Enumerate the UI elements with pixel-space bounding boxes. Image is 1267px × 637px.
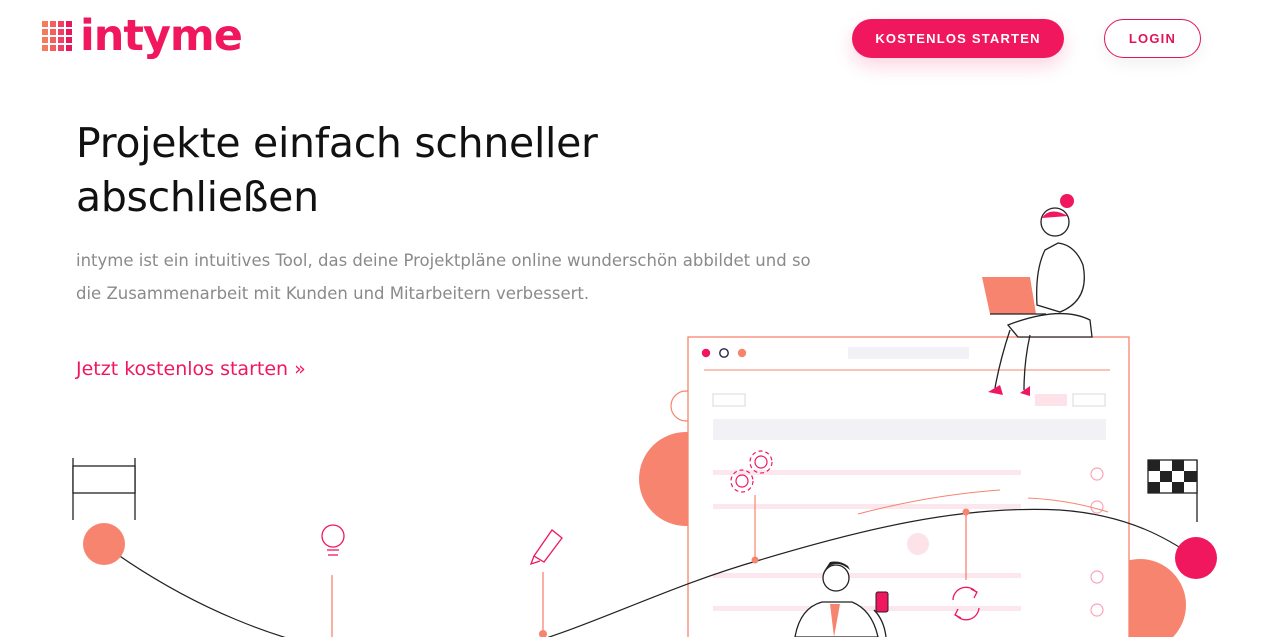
start-milestone: [83, 523, 125, 565]
hero-title: Projekte einfach schneller abschließen: [76, 116, 716, 224]
logo-text: intyme: [80, 11, 243, 61]
finish-flag-icon: [1147, 459, 1198, 522]
hero-cta-link[interactable]: Jetzt kostenlos starten »: [76, 358, 306, 380]
logo[interactable]: intyme: [42, 8, 243, 64]
refresh-icon: [952, 508, 980, 621]
man-with-phone: [794, 561, 889, 637]
hero-title-line-1: Projekte einfach schneller: [76, 119, 598, 167]
woman-with-laptop: [982, 194, 1093, 396]
hero-subtitle: intyme ist ein intuitives Tool, das dein…: [76, 244, 836, 310]
pencil-icon: [529, 529, 563, 637]
browser-window: [687, 336, 1130, 637]
lightbulb-icon: [321, 524, 345, 637]
hero-subtitle-line-1: intyme ist ein intuitives Tool, das dein…: [76, 251, 811, 270]
roadmap-curve: [103, 508, 1197, 637]
background-circles: [639, 390, 1186, 637]
gears-icon: [730, 450, 773, 564]
login-button[interactable]: LOGIN: [1104, 19, 1201, 58]
logo-grid-icon: [42, 21, 72, 51]
landing-page: intyme KOSTENLOS STARTEN LOGIN Projekte …: [0, 0, 1267, 637]
finish-milestone: [1175, 537, 1217, 579]
start-free-button[interactable]: KOSTENLOS STARTEN: [852, 19, 1064, 58]
hero-subtitle-line-2: die Zusammenarbeit mit Kunden und Mitarb…: [76, 284, 590, 303]
hero-title-line-2: abschließen: [76, 173, 319, 221]
start-flag-icon: [72, 458, 136, 520]
hero-illustration: [72, 194, 1217, 637]
